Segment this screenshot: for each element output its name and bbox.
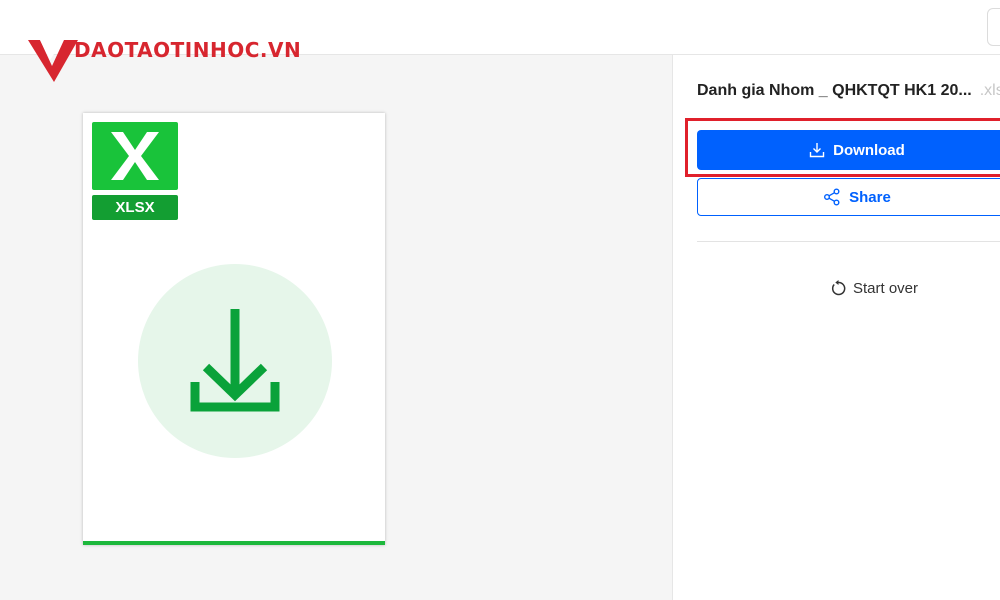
share-button[interactable]: Share <box>697 178 1000 216</box>
top-right-control[interactable] <box>987 8 1000 46</box>
card-accent-bar <box>83 541 385 545</box>
file-name: Danh gia Nhom _ QHKTQT HK1 20... .xls <box>697 82 1000 100</box>
share-label: Share <box>849 188 891 206</box>
share-icon <box>823 188 841 206</box>
start-over-button[interactable]: Start over <box>830 277 918 299</box>
excel-icon <box>92 122 178 190</box>
start-over-label: Start over <box>853 279 919 297</box>
logo-mark-icon <box>28 40 78 82</box>
highlight-box <box>685 118 1000 177</box>
logo-text: DAOTAOTINHOC.VN <box>74 38 302 62</box>
file-type-badge: XLSX <box>92 122 178 220</box>
restart-icon <box>830 279 847 297</box>
file-preview-card: XLSX <box>83 113 385 545</box>
file-name-text: Danh gia Nhom _ QHKTQT HK1 20... <box>697 82 972 99</box>
download-illustration <box>138 264 332 458</box>
watermark-logo: DAOTAOTINHOC.VN <box>28 36 301 84</box>
download-arrow-icon <box>190 309 280 412</box>
file-type-label: XLSX <box>92 195 178 220</box>
file-extension: .xls <box>979 82 1000 99</box>
panel-divider <box>697 241 1000 242</box>
excel-x-glyph-icon <box>111 132 159 180</box>
